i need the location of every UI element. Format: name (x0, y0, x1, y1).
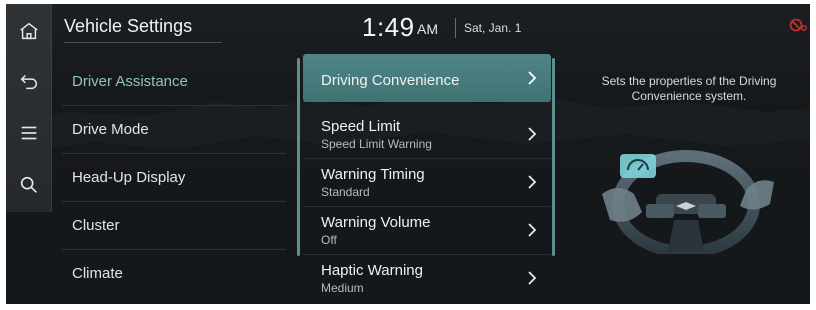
setting-value: Medium (321, 281, 364, 295)
clock-date: Sat, Jan. 1 (464, 21, 522, 35)
setting-warning-volume[interactable]: Warning Volume Off (303, 206, 551, 254)
menu-button[interactable] (6, 110, 52, 156)
setting-value: Speed Limit Warning (321, 137, 432, 151)
clock-time: 1:49 (362, 12, 415, 42)
category-head-up-display[interactable]: Head-Up Display (62, 153, 292, 201)
side-rail (6, 4, 52, 212)
chevron-right-icon (528, 271, 537, 285)
setting-label: Warning Timing (321, 166, 425, 183)
setting-driving-convenience[interactable]: Driving Convenience (303, 54, 551, 102)
category-driver-assistance[interactable]: Driver Assistance (62, 57, 292, 105)
setting-label: Haptic Warning (321, 262, 423, 279)
page-title: Vehicle Settings (64, 16, 193, 36)
clock-ampm: AM (417, 21, 438, 37)
category-drive-mode[interactable]: Drive Mode (62, 105, 292, 153)
setting-value: Standard (321, 185, 370, 199)
back-button[interactable] (6, 58, 52, 104)
header-separator (455, 18, 456, 38)
setting-label: Speed Limit (321, 118, 401, 135)
home-button[interactable] (6, 8, 52, 54)
search-icon (20, 176, 37, 193)
setting-haptic-warning[interactable]: Haptic Warning Medium (303, 254, 551, 302)
vehicle-settings-screen: Vehicle Settings 1:49 AM Sat, Jan. 1 Dri… (6, 4, 810, 304)
chevron-right-icon (528, 127, 537, 141)
connectivity-off-icon (789, 18, 807, 32)
search-button[interactable] (6, 162, 52, 208)
home-icon (20, 22, 38, 40)
chevron-right-icon (528, 175, 537, 189)
setting-label: Warning Volume (321, 214, 431, 231)
setting-value: Off (321, 233, 337, 247)
setting-description: Sets the properties of the Driving Conve… (601, 74, 777, 103)
back-icon (20, 74, 37, 90)
title-underline (64, 42, 222, 43)
chevron-right-icon (528, 71, 537, 85)
menu-icon (21, 126, 37, 140)
steering-wheel-illustration (602, 150, 774, 254)
category-cluster[interactable]: Cluster (62, 201, 292, 249)
setting-label: Driving Convenience (321, 72, 460, 89)
category-climate[interactable]: Climate (62, 249, 292, 297)
chevron-right-icon (528, 223, 537, 237)
setting-speed-limit[interactable]: Speed Limit Speed Limit Warning (303, 110, 551, 158)
category-scrollbar[interactable] (297, 58, 300, 256)
setting-warning-timing[interactable]: Warning Timing Standard (303, 158, 551, 206)
settings-scrollbar[interactable] (552, 58, 555, 256)
